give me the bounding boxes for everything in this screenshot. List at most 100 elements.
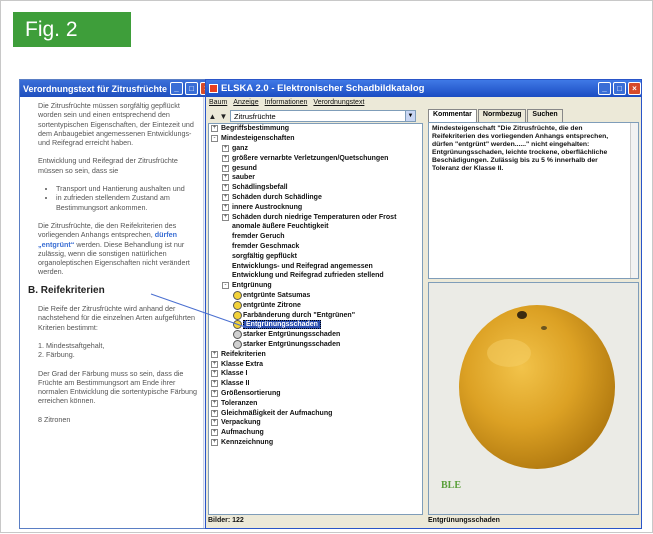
tree-item[interactable]: starker Entgrünungsschaden: [209, 339, 422, 350]
tree-item[interactable]: + Aufmachung: [209, 428, 422, 438]
tree-item[interactable]: sorgfältig gepflückt: [209, 251, 422, 261]
list-item: Transport und Hantierung aushalten und: [56, 184, 197, 193]
expand-icon[interactable]: +: [211, 389, 218, 397]
smiley-icon: [233, 330, 242, 340]
tree-item[interactable]: + Klasse Extra: [209, 359, 422, 369]
app-icon: [209, 84, 218, 93]
tree-item[interactable]: + sauber: [209, 173, 422, 183]
chevron-down-icon[interactable]: ▼: [405, 111, 415, 121]
tree-item[interactable]: Entgrünungsschaden: [209, 320, 422, 330]
arrow-up-icon[interactable]: ▲: [208, 112, 217, 121]
tree-item-label: Klasse Extra: [221, 360, 264, 368]
tree-item[interactable]: entgrünte Satsumas: [209, 290, 422, 301]
tree-item[interactable]: + gesund: [209, 163, 422, 173]
tree-item-label: Entgrünung: [232, 282, 272, 290]
menu-item-verordnungstext[interactable]: Verordnungstext: [313, 99, 364, 106]
tree-item[interactable]: + Klasse II: [209, 379, 422, 389]
expand-icon[interactable]: +: [211, 380, 218, 388]
bullet-list: Transport und Hantierung aushalten und i…: [38, 184, 197, 212]
tree-item[interactable]: + Größensortierung: [209, 389, 422, 399]
tree-item-label: fremder Geruch: [232, 233, 285, 241]
tree-item[interactable]: - Mindesteigenschaften: [209, 134, 422, 144]
tree-item-label: Verpackung: [221, 419, 261, 427]
tree-item[interactable]: + Schäden durch Schädlinge: [209, 193, 422, 203]
tree-item[interactable]: - Entgrünung: [209, 281, 422, 291]
tree-item[interactable]: + Schäden durch niedrige Temperaturen ode…: [209, 212, 422, 222]
main-window-titlebar[interactable]: ELSKA 2.0 - Elektronischer Schadbildkata…: [206, 80, 641, 97]
product-select-value: Zitrusfrüchte: [234, 111, 276, 121]
tab-bar: Kommentar Normbezug Suchen: [428, 109, 564, 122]
expand-icon[interactable]: +: [222, 174, 229, 182]
expand-icon[interactable]: +: [211, 370, 218, 378]
product-select[interactable]: Zitrusfrüchte ▼: [230, 110, 416, 122]
section-heading: B. Reifekriterien: [28, 284, 105, 296]
maximize-icon[interactable]: □: [613, 82, 626, 95]
expand-icon[interactable]: +: [211, 429, 218, 437]
tree-item[interactable]: Entwicklung und Reifegrad zufrieden stel…: [209, 271, 422, 281]
regulation-window-titlebar[interactable]: Verordnungstext für Zitrusfrüchte _ □ ×: [20, 80, 213, 97]
figure-frame: Fig. 2 Verordnungstext für Zitrusfrüchte…: [0, 0, 653, 533]
tree-item[interactable]: fremder Geruch: [209, 232, 422, 242]
collapse-icon[interactable]: -: [222, 282, 229, 290]
expand-icon[interactable]: +: [222, 203, 229, 211]
tree-item[interactable]: + ganz: [209, 144, 422, 154]
arrow-down-icon[interactable]: ▼: [219, 112, 228, 121]
minimize-icon[interactable]: _: [170, 82, 183, 95]
elska-main-window: ELSKA 2.0 - Elektronischer Schadbildkata…: [205, 79, 642, 529]
tree-item-label: entgrünte Satsumas: [243, 291, 311, 299]
collapse-icon[interactable]: -: [211, 135, 218, 143]
maximize-icon[interactable]: □: [185, 82, 198, 95]
minimize-icon[interactable]: _: [598, 82, 611, 95]
tab-suchen[interactable]: Suchen: [527, 109, 563, 122]
tree-item[interactable]: + Verpackung: [209, 418, 422, 428]
expand-icon[interactable]: +: [222, 144, 229, 152]
tree-item[interactable]: entgrünte Zitrone: [209, 300, 422, 310]
expand-icon[interactable]: +: [211, 438, 218, 446]
tree-item[interactable]: + Begriffsbestimmung: [209, 124, 422, 134]
expand-icon[interactable]: +: [211, 409, 218, 417]
close-icon[interactable]: ×: [628, 82, 641, 95]
tree-item[interactable]: starker Entgrünungsschaden: [209, 330, 422, 340]
tree-item[interactable]: anomale äußere Feuchtigkeit: [209, 222, 422, 232]
tree-item-label: Entwicklungs- und Reifegrad angemessen: [232, 262, 373, 270]
tree-item[interactable]: + Schädlingsbefall: [209, 183, 422, 193]
tree-item[interactable]: + Kennzeichnung: [209, 438, 422, 448]
tree-item[interactable]: Entwicklungs- und Reifegrad angemessen: [209, 261, 422, 271]
expand-icon[interactable]: +: [211, 125, 218, 133]
tree-item-label: Begriffsbestimmung: [221, 125, 290, 133]
tree-item-label: innere Austrocknung: [232, 203, 303, 211]
expand-icon[interactable]: +: [211, 419, 218, 427]
figure-label: Fig. 2: [13, 12, 131, 47]
expand-icon[interactable]: +: [211, 350, 218, 358]
menu-item-anzeige[interactable]: Anzeige: [233, 99, 258, 106]
tree-item-label: gesund: [232, 164, 257, 172]
tree-item[interactable]: + innere Austrocknung: [209, 202, 422, 212]
tree-item[interactable]: + Reifekriterien: [209, 349, 422, 359]
tree-item[interactable]: + Toleranzen: [209, 398, 422, 408]
paragraph: 8 Zitronen: [38, 414, 71, 424]
tree-item[interactable]: Farbänderung durch "Entgrünen": [209, 310, 422, 320]
tab-normbezug[interactable]: Normbezug: [477, 109, 527, 122]
comment-text: Mindesteigenschaft "Die Zitrusfrüchte, d…: [432, 125, 609, 172]
comment-scrollbar[interactable]: [630, 123, 638, 278]
smiley-icon: [233, 300, 242, 310]
numbered-list: 1. Mindestsaftgehalt, 2. Färbung.: [38, 341, 197, 360]
tree-item[interactable]: fremder Geschmack: [209, 242, 422, 252]
expand-icon[interactable]: +: [211, 399, 218, 407]
expand-icon[interactable]: +: [222, 193, 229, 201]
tree-item-label: Toleranzen: [221, 399, 258, 407]
menu-item-baum[interactable]: Baum: [209, 99, 227, 106]
tree-item-label: Farbänderung durch "Entgrünen": [243, 311, 356, 319]
tab-kommentar[interactable]: Kommentar: [428, 109, 477, 122]
tree-item[interactable]: + Klasse I: [209, 369, 422, 379]
expand-icon[interactable]: +: [222, 164, 229, 172]
tree-item[interactable]: + größere vernarbte Verletzungen/Quetschu…: [209, 153, 422, 163]
tree-item[interactable]: + Gleichmäßigkeit der Aufmachung: [209, 408, 422, 418]
menu-item-informationen[interactable]: Informationen: [265, 99, 308, 106]
expand-icon[interactable]: +: [222, 184, 229, 192]
expand-icon[interactable]: +: [222, 213, 229, 221]
expand-icon[interactable]: +: [222, 154, 229, 162]
tree-item-label: Klasse I: [221, 370, 248, 378]
regulation-text-body: Die Zitrusfrüchte müssen sorgfältig gepf…: [20, 97, 205, 528]
expand-icon[interactable]: +: [211, 360, 218, 368]
